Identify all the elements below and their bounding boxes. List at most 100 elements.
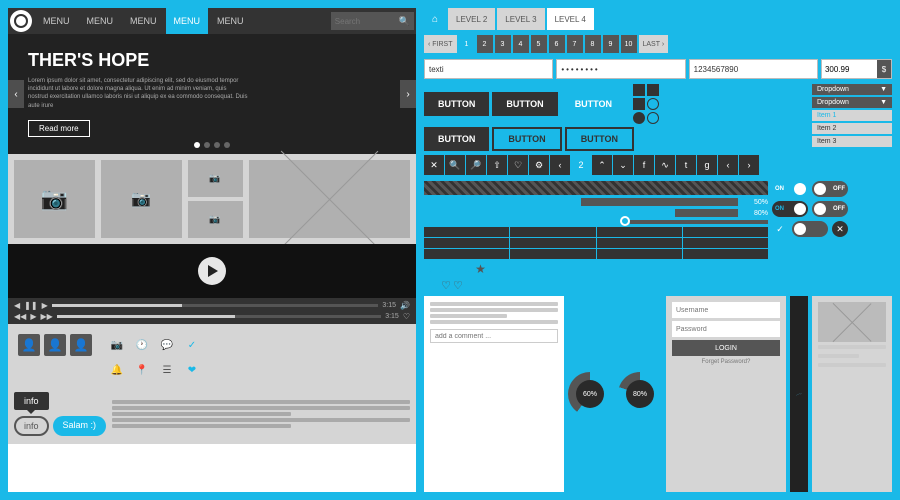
toggle-small[interactable] [792,221,828,237]
dropdown-list-item-1[interactable]: Item 1 [812,110,892,121]
star-1[interactable]: ★ [424,262,435,276]
hero-dot-2[interactable] [204,142,210,148]
heart-4[interactable]: ♡ [453,279,463,292]
list-icon[interactable]: ☰ [156,359,178,381]
icon-arrow-left[interactable]: ‹ [550,155,570,175]
button-1-2[interactable]: BUTTON [492,92,557,116]
nav-menu-4[interactable]: MENU [166,8,209,34]
page-6[interactable]: 6 [549,35,565,53]
breadcrumb-level-3[interactable]: LEVEL 3 [497,8,544,30]
next-track-icon[interactable]: ▶ [42,301,48,310]
username-input[interactable] [672,302,780,318]
icon-settings[interactable]: ⚙ [529,155,549,175]
hero-read-more-button[interactable]: Read more [28,120,90,137]
pagination-first[interactable]: ‹ FIRST [424,35,457,53]
user-icon-3[interactable]: 👤 [70,334,92,356]
icon-zoom-in[interactable]: 🔎 [466,155,486,175]
page-2[interactable]: 2 [477,35,493,53]
icon-arrow-right-2[interactable]: › [739,155,759,175]
login-button[interactable]: LOGIN [672,340,780,356]
nav-menu-5[interactable]: MENU [209,8,252,34]
number-input[interactable] [689,59,818,79]
star-3[interactable]: ★ [450,262,461,276]
hero-dot-3[interactable] [214,142,220,148]
icon-heart[interactable]: ♡ [508,155,528,175]
page-9[interactable]: 9 [603,35,619,53]
nav-menu-2[interactable]: MENU [79,8,122,34]
heart-icon-ctrl[interactable]: ♡ [403,312,410,321]
search-icon[interactable]: 🔍 [399,16,410,27]
prev-icon[interactable]: ◀◀ [14,312,26,321]
volume-icon[interactable]: 🔊 [400,301,410,310]
location-icon[interactable]: 📍 [131,359,153,381]
dropdown-list-item-2[interactable]: Item 2 [812,123,892,134]
pagination-last[interactable]: LAST › [639,35,669,53]
radio-2[interactable] [633,112,645,124]
page-7[interactable]: 7 [567,35,583,53]
button-1-1[interactable]: BUTTON [424,92,489,116]
video-progress-2[interactable] [57,315,381,318]
comment-input[interactable] [430,329,558,343]
nav-menu-1[interactable]: MENU [35,8,78,34]
button-2-3[interactable]: BUTTON [565,127,634,151]
radio-1[interactable] [647,98,659,110]
page-10[interactable]: 10 [621,35,637,53]
icon-google[interactable]: g [697,155,717,175]
play-icon-2[interactable]: ▶ [30,312,36,321]
heart-icon[interactable]: ❤ [181,359,203,381]
price-input[interactable] [822,60,877,78]
heart-3[interactable]: ♡ [441,279,451,292]
icon-twitter[interactable]: t [676,155,696,175]
star-2[interactable]: ★ [437,262,448,276]
hero-next-arrow[interactable]: › [400,80,416,108]
checkbox-2[interactable] [647,84,659,96]
video-progress-1[interactable] [52,304,379,307]
icon-facebook[interactable]: f [634,155,654,175]
icon-rss[interactable]: ∿ [655,155,675,175]
toggle-off-1[interactable]: OFF [812,181,848,197]
hero-prev-arrow[interactable]: ‹ [8,80,24,108]
icon-search[interactable]: 🔍 [445,155,465,175]
nav-menu-3[interactable]: MENU [122,8,165,34]
button-1-3[interactable]: BUTTON [561,92,626,116]
button-2-1[interactable]: BUTTON [424,127,489,151]
star-5[interactable]: ★ [475,262,486,276]
page-4[interactable]: 4 [513,35,529,53]
play-button[interactable] [198,257,226,285]
checkbox-x[interactable]: ✕ [832,221,848,237]
search-input[interactable] [335,17,395,26]
breadcrumb-level-4[interactable]: LEVEL 4 [547,8,594,30]
password-login-input[interactable] [672,321,780,337]
slider-thumb[interactable] [620,216,630,226]
check-icon[interactable]: ✓ [181,334,203,356]
toggle-off-2[interactable]: OFF [812,201,848,217]
bell-icon[interactable]: 🔔 [106,359,128,381]
button-2-2[interactable]: BUTTON [492,127,561,151]
page-5[interactable]: 5 [531,35,547,53]
toggle-on-1[interactable]: ON [772,181,808,197]
icon-arrow-left-2[interactable]: ‹ [718,155,738,175]
next-icon[interactable]: ▶▶ [40,312,52,321]
star-4[interactable]: ★ [462,262,473,276]
dropdown-1[interactable]: Dropdown ▼ [812,84,892,95]
hero-dot-4[interactable] [224,142,230,148]
pause-icon[interactable]: ❚❚ [24,301,37,310]
slider[interactable] [424,220,768,224]
camera-icon[interactable]: 📷 [106,334,128,356]
password-input[interactable] [556,59,685,79]
icon-close[interactable]: ✕ [424,155,444,175]
user-icon-2[interactable]: 👤 [44,334,66,356]
icon-number[interactable]: 2 [571,155,591,175]
heart-1[interactable]: ♥ [424,279,431,292]
radio-3[interactable] [647,112,659,124]
clock-icon[interactable]: 🕐 [131,334,153,356]
icon-arrow-down[interactable]: ⌄ [613,155,633,175]
icon-arrow-up[interactable]: ⌃ [592,155,612,175]
home-icon[interactable]: ⌂ [424,8,446,30]
text-input[interactable] [424,59,553,79]
heart-2[interactable]: ♥ [433,279,440,292]
nav-search[interactable]: 🔍 [331,12,414,30]
hero-dot-1[interactable] [194,142,200,148]
page-3[interactable]: 3 [495,35,511,53]
checkbox-check[interactable]: ✓ [772,221,788,237]
